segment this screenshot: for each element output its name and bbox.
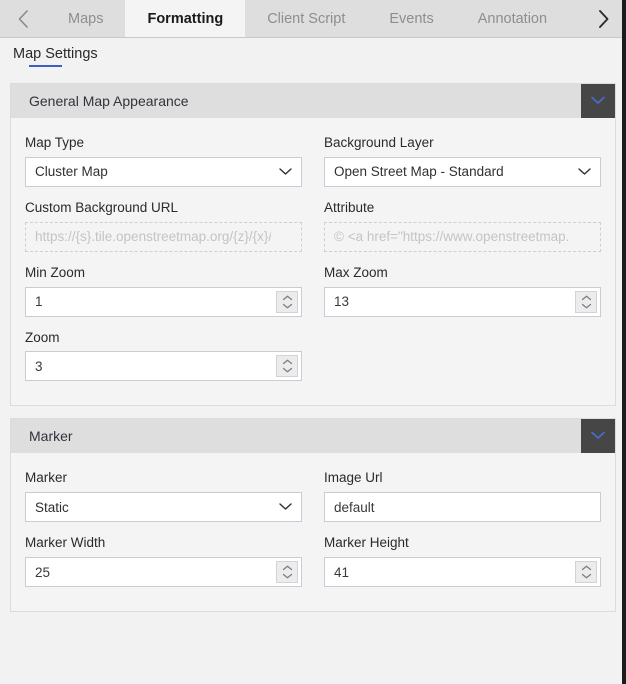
field-image-url: Image Url [324, 463, 601, 523]
tab-label: Formatting [147, 10, 224, 27]
custom-background-url-input-wrap[interactable] [25, 221, 302, 252]
tab-label: Annotation [477, 10, 548, 27]
form-row: Custom Background URL Attribute [25, 193, 601, 252]
tab-maps[interactable]: Maps [46, 0, 126, 37]
marker-width-stepper-wrap[interactable] [25, 557, 302, 588]
page-title: Map Settings [13, 45, 98, 62]
form-row: Min Zoom Max Zoom [25, 258, 601, 317]
field-marker-width: Marker Width [25, 528, 302, 588]
image-url-input[interactable] [325, 493, 600, 522]
chevron-right-icon [596, 8, 610, 30]
min-zoom-stepper-wrap[interactable] [25, 286, 302, 317]
max-zoom-stepper-wrap[interactable] [324, 286, 601, 317]
field-label: Marker [25, 470, 68, 486]
panel-collapse-toggle-marker[interactable] [581, 419, 615, 454]
marker-height-input[interactable] [325, 558, 600, 587]
tab-formatting[interactable]: Formatting [125, 0, 246, 37]
field-label: Map Type [25, 135, 85, 150]
tab-scroll-right-button[interactable] [580, 0, 626, 37]
image-url-input-wrap[interactable] [324, 492, 601, 523]
field-min-zoom: Min Zoom [25, 258, 302, 317]
tab-annotation[interactable]: Annotation [455, 0, 570, 37]
window-right-edge [622, 0, 626, 684]
tab-label: Client Script [267, 10, 346, 27]
field-marker-height: Marker Height [324, 528, 601, 588]
attribute-input[interactable] [325, 222, 600, 251]
zoom-stepper-wrap[interactable] [25, 351, 302, 382]
panel-body-marker: Marker Static Image Url default Marker W… [11, 453, 615, 611]
field-custom-background-url: Custom Background URL [25, 193, 302, 252]
form-row: Map Type Cluster Map Background Layer Op… [25, 128, 601, 187]
min-zoom-stepper[interactable] [276, 290, 298, 313]
field-label: Min Zoom [25, 264, 86, 280]
tab-client-script[interactable]: Client Script [245, 0, 368, 37]
field-map-type: Map Type Cluster Map [25, 128, 302, 187]
tab-bar: Maps Formatting Client Script Events Ann… [0, 0, 626, 38]
field-label: Background Layer [324, 135, 434, 150]
panel-general-map-appearance: General Map Appearance Map Type Cluster … [10, 83, 616, 407]
panel-body-general: Map Type Cluster Map Background Layer Op… [11, 118, 615, 405]
field-label: Marker Height [324, 535, 409, 551]
tab-label: Events [389, 10, 434, 27]
form-row: Zoom [25, 323, 601, 382]
field-marker: Marker Static [25, 463, 302, 523]
select-value: Open Street Map - Standard [334, 164, 504, 180]
marker-width-stepper[interactable] [276, 561, 298, 584]
settings-scroll-area[interactable]: General Map Appearance Map Type Cluster … [0, 73, 626, 684]
map-type-select[interactable]: Cluster Map [25, 156, 302, 187]
field-label: Max Zoom [324, 264, 388, 280]
marker-select[interactable]: Static [25, 492, 302, 523]
custom-background-url-input[interactable] [26, 222, 301, 251]
field-label: Image Url [324, 470, 383, 486]
panel-title: Marker [29, 428, 73, 445]
tab-scroll-left-button[interactable] [0, 0, 46, 37]
min-zoom-input[interactable] [26, 287, 301, 316]
max-zoom-stepper[interactable] [575, 290, 597, 313]
panel-title: General Map Appearance [29, 93, 189, 109]
chevron-left-icon [16, 8, 30, 30]
background-layer-select[interactable]: Open Street Map - Standard [324, 156, 601, 187]
select-value: Static [35, 499, 69, 515]
field-spacer [324, 323, 601, 382]
field-attribute: Attribute [324, 193, 601, 252]
chevron-down-icon [590, 92, 606, 110]
panel-collapse-toggle-general[interactable] [581, 84, 615, 118]
form-row: Marker Static Image Url [25, 463, 601, 523]
panel-header-marker[interactable]: Marker [11, 419, 615, 454]
panel-marker: Marker Marker Static Image Url default M… [10, 418, 616, 613]
max-zoom-input[interactable] [325, 287, 600, 316]
form-row: Marker Width Marker Height [25, 528, 601, 588]
field-label: Marker Width [25, 535, 106, 551]
active-section-indicator [29, 65, 62, 67]
marker-height-stepper[interactable] [575, 561, 597, 584]
tab-events[interactable]: Events [367, 0, 456, 37]
field-zoom: Zoom [25, 323, 302, 382]
field-background-layer: Background Layer Open Street Map - Stand… [324, 128, 601, 187]
field-label: Zoom [25, 329, 60, 345]
panel-header-general-map-appearance[interactable]: General Map Appearance [11, 84, 615, 118]
attribute-input-wrap[interactable] [324, 221, 601, 252]
marker-height-stepper-wrap[interactable] [324, 557, 601, 588]
field-label: Custom Background URL [25, 199, 179, 215]
select-value: Cluster Map [35, 164, 108, 180]
tab-list: Maps Formatting Client Script Events Ann… [46, 0, 580, 37]
zoom-input[interactable] [26, 352, 301, 381]
chevron-down-icon [590, 427, 606, 445]
field-label: Attribute [324, 199, 375, 215]
marker-width-input[interactable] [26, 558, 301, 587]
breadcrumb: Map Settings [0, 38, 626, 72]
zoom-stepper[interactable] [276, 355, 298, 378]
field-max-zoom: Max Zoom [324, 258, 601, 317]
tab-label: Maps [68, 10, 104, 27]
